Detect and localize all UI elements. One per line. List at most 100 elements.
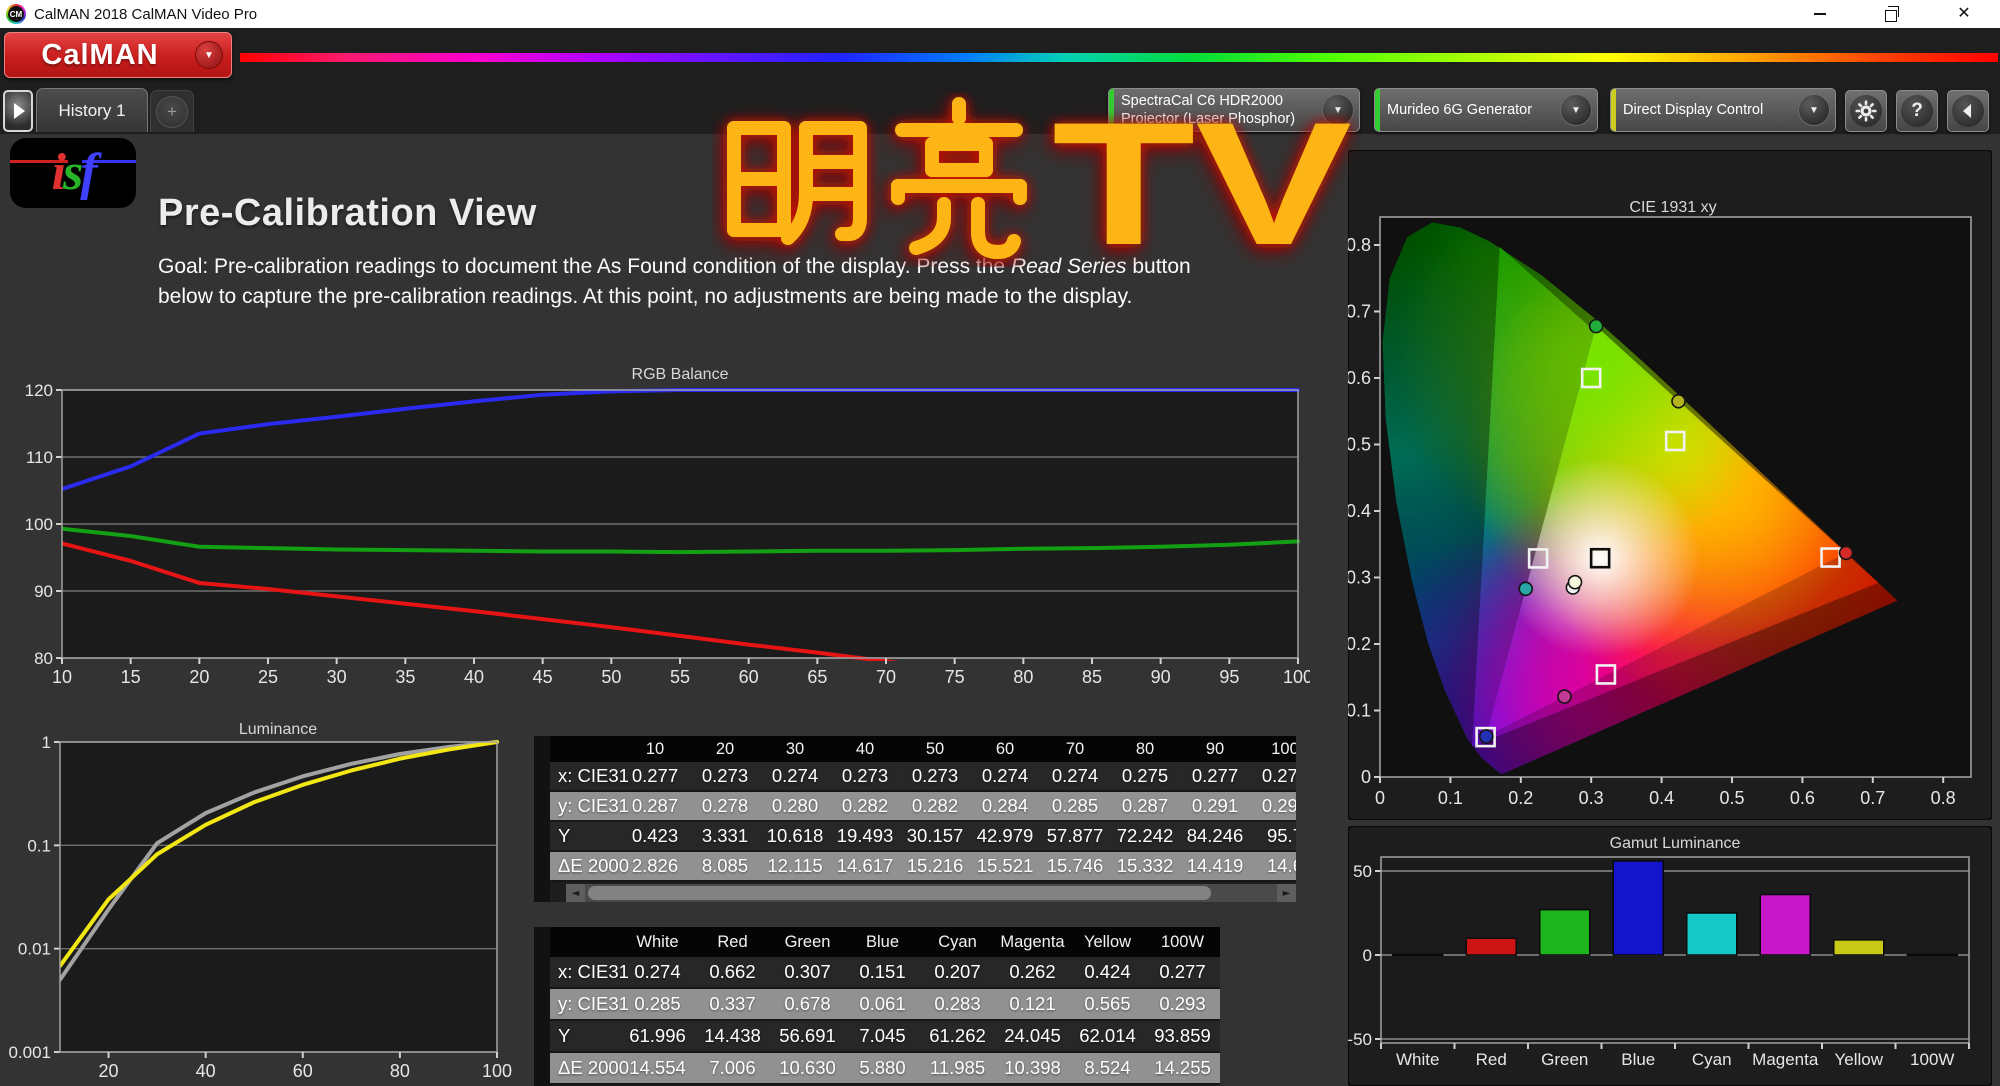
svg-text:100: 100: [25, 515, 53, 534]
bar-green: [1539, 908, 1591, 956]
svg-text:0.1: 0.1: [1348, 701, 1371, 721]
table-cell: 14.6: [1266, 855, 1296, 876]
svg-text:Green: Green: [1541, 1050, 1588, 1069]
goal-suffix: button: [1126, 255, 1191, 278]
bar-red: [1465, 937, 1517, 956]
svg-text:0.2: 0.2: [1348, 634, 1371, 654]
table-cell: 19.493: [836, 825, 894, 846]
svg-text:100: 100: [1283, 667, 1310, 687]
close-button[interactable]: ✕: [1928, 0, 2000, 28]
table-cell: 0.280: [771, 795, 819, 816]
row-label: ΔE 2000: [558, 1057, 629, 1078]
table-cell: 93.859: [1154, 1025, 1211, 1046]
row-label: y: CIE31: [558, 993, 629, 1014]
row-label: x: CIE31: [558, 765, 629, 786]
column-header: 90: [1205, 740, 1225, 758]
table-cell: 15.332: [1116, 855, 1174, 876]
page-title: Pre-Calibration View: [158, 192, 537, 234]
table-cell: 8.085: [701, 855, 749, 876]
table-cell: 0.424: [1084, 961, 1131, 982]
svg-text:0.001: 0.001: [8, 1043, 51, 1062]
app-header: CalMAN ▼ History 1 + SpectraCal C6 HDR20…: [0, 28, 2000, 134]
scrollbar-track[interactable]: [585, 884, 1277, 902]
table-cell: 15.746: [1046, 855, 1104, 876]
table-cell: 0.282: [911, 795, 959, 816]
help-button[interactable]: ?: [1896, 90, 1938, 132]
table-cell: 15.216: [906, 855, 964, 876]
row-label: Y: [558, 825, 571, 846]
isf-logo: isf: [10, 138, 136, 208]
svg-text:25: 25: [258, 667, 278, 687]
table-cell: 0.565: [1084, 993, 1131, 1014]
table-cell: 2.826: [631, 855, 679, 876]
play-arrow-icon: [14, 103, 25, 119]
table-cell: 10.398: [1004, 1057, 1061, 1078]
minimize-button[interactable]: [1784, 0, 1856, 28]
svg-text:0.6: 0.6: [1790, 788, 1815, 808]
svg-text:80: 80: [390, 1061, 410, 1081]
close-icon: ✕: [1957, 5, 1971, 22]
scroll-left-button[interactable]: ◄: [566, 884, 585, 902]
table-cell: 0.273: [911, 765, 959, 786]
horizontal-scrollbar[interactable]: ◄ ►: [566, 884, 1296, 902]
svg-text:0.5: 0.5: [1719, 788, 1744, 808]
add-tab-button[interactable]: +: [150, 90, 194, 132]
svg-text:Gamut Luminance: Gamut Luminance: [1610, 835, 1741, 852]
scroll-right-button[interactable]: ►: [1277, 884, 1296, 902]
table-cell: 72.242: [1116, 825, 1174, 846]
calman-menu-button[interactable]: CalMAN ▼: [4, 32, 232, 78]
svg-text:35: 35: [395, 667, 415, 687]
chevron-down-icon: ▼: [1560, 94, 1592, 126]
table-row: x: CIE31 0.277 0.273 0.274 0.273 0.273 0.274 0.…: [550, 762, 1296, 792]
svg-text:Red: Red: [1476, 1050, 1507, 1069]
table-cell: 42.979: [976, 825, 1034, 846]
table-cell: 0.282: [841, 795, 889, 816]
scrollbar-thumb[interactable]: [588, 886, 1211, 900]
column-header: Red: [717, 933, 748, 951]
column-header: 50: [925, 740, 945, 758]
table-header-row: 10 20 30 40 50 60 70 80 90 100: [550, 736, 1296, 762]
table-cell: 0.151: [859, 961, 906, 982]
svg-text:45: 45: [533, 667, 553, 687]
svg-text:0.1: 0.1: [1438, 788, 1463, 808]
table-cell: 11.985: [929, 1057, 986, 1078]
svg-text:80: 80: [1013, 667, 1033, 687]
goal-emphasis: Read Series: [1010, 255, 1127, 278]
table-cell: 0.678: [784, 993, 831, 1014]
table-cell: 0.283: [934, 993, 981, 1014]
table-cell: 0.287: [631, 795, 679, 816]
table-cell: 30.157: [906, 825, 964, 846]
table-cell: 0.293: [1159, 993, 1206, 1014]
svg-text:60: 60: [293, 1061, 313, 1081]
goal-text: Goal: Pre-calibration readings to docume…: [158, 252, 1408, 312]
column-header: 60: [995, 740, 1015, 758]
svg-text:0.01: 0.01: [18, 940, 51, 959]
bar-yellow: [1833, 939, 1885, 956]
collapse-panel-button[interactable]: [1947, 90, 1989, 132]
svg-text:40: 40: [464, 667, 484, 687]
generator-select-button[interactable]: Murideo 6G Generator ▼: [1374, 88, 1598, 132]
display-control-select-button[interactable]: Direct Display Control ▼: [1610, 88, 1836, 132]
table-row: Y 61.996 14.438 56.691 7.045 61.262 24.045 62.0…: [550, 1021, 1220, 1053]
settings-button[interactable]: [1845, 90, 1887, 132]
table-row: y: CIE31 0.285 0.337 0.678 0.061 0.283 0.121 0.…: [550, 989, 1220, 1021]
table-cell: 57.877: [1046, 825, 1104, 846]
tab-scroll-button[interactable]: [3, 90, 33, 132]
plus-icon: +: [156, 95, 188, 128]
svg-text:50: 50: [1353, 862, 1372, 881]
table-cell: 61.996: [629, 1025, 686, 1046]
table-cell: 0.274: [981, 765, 1029, 786]
help-icon: ?: [1901, 95, 1933, 127]
table-cell: 0.274: [771, 765, 819, 786]
svg-text:Yellow: Yellow: [1834, 1050, 1883, 1069]
svg-text:Magenta: Magenta: [1752, 1050, 1819, 1069]
restore-button[interactable]: [1856, 0, 1928, 28]
table-cell: 95.7: [1266, 825, 1296, 846]
meter-select-button[interactable]: SpectraCal C6 HDR2000 Projector (Laser P…: [1108, 88, 1360, 132]
svg-text:0.7: 0.7: [1348, 302, 1371, 322]
table-cell: 0.275: [1121, 765, 1169, 786]
table-cell: 0.307: [784, 961, 831, 982]
tab-history-1[interactable]: History 1: [36, 88, 148, 132]
goal-line2: below to capture the pre-calibration rea…: [158, 285, 1133, 308]
table-cell: 24.045: [1004, 1025, 1061, 1046]
